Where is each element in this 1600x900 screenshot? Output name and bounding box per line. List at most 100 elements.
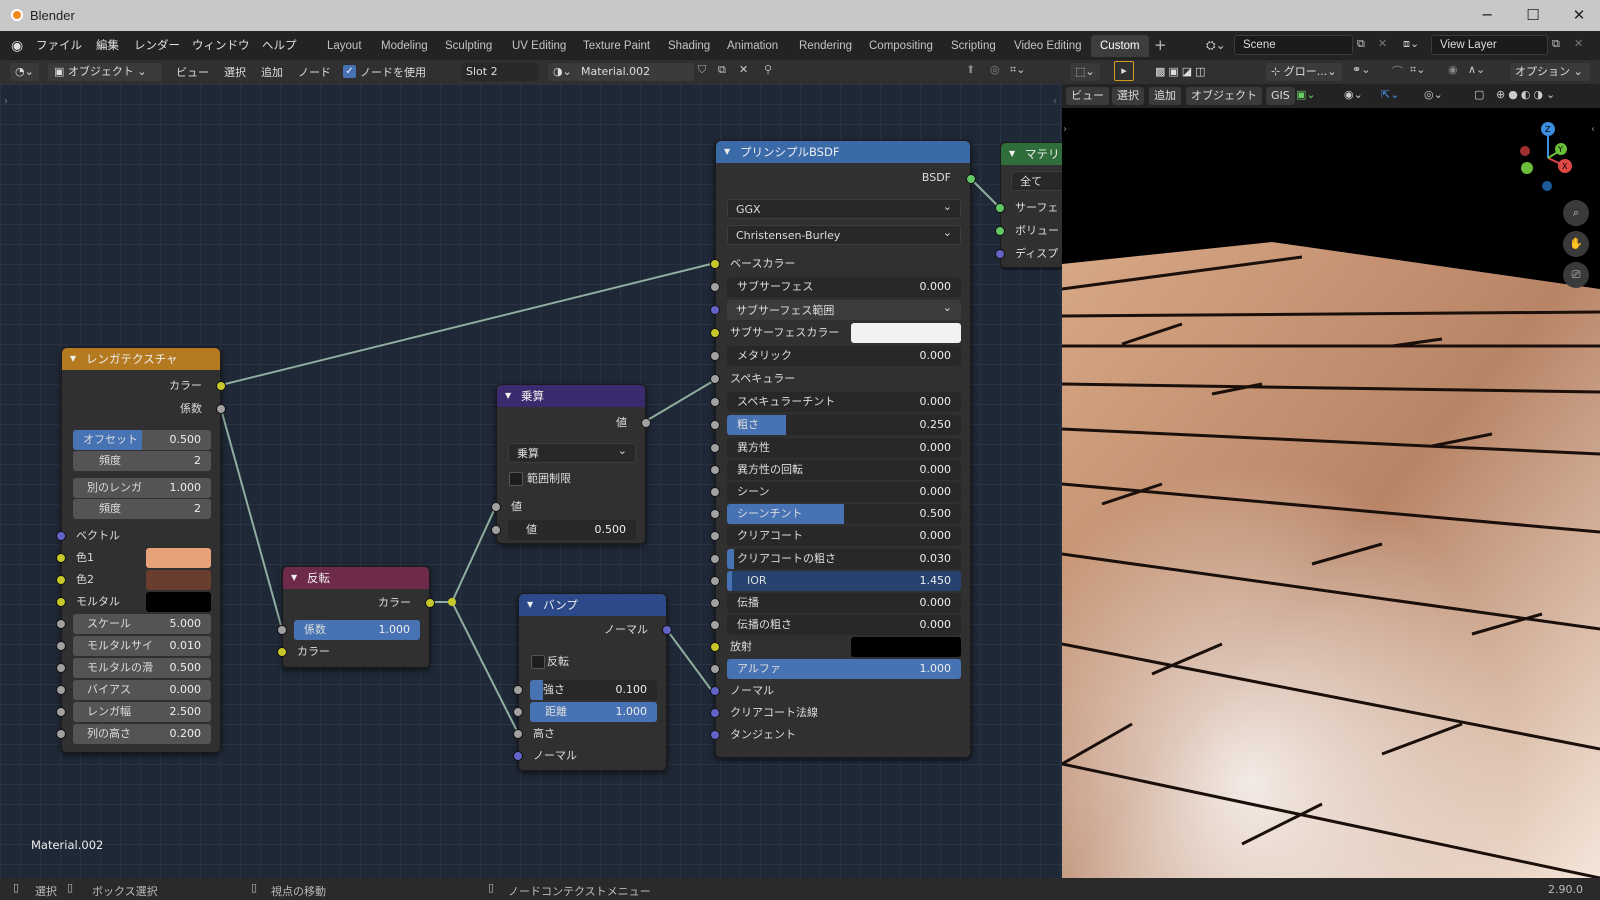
anisotropic-field[interactable]: 異方性 0.000 bbox=[727, 438, 961, 458]
squash-field[interactable]: 別のレンガ 1.000 bbox=[73, 478, 211, 498]
proportional-edit-icon[interactable]: ◉ bbox=[1448, 63, 1458, 76]
mortar-swatch[interactable] bbox=[146, 592, 211, 612]
specular-tint-field[interactable]: スペキュラーチント 0.000 bbox=[727, 392, 961, 412]
transmission-roughness-socket[interactable] bbox=[710, 620, 720, 630]
brick-fac-socket[interactable] bbox=[216, 404, 226, 414]
sheen-tint-socket[interactable] bbox=[710, 509, 720, 519]
specular-socket[interactable] bbox=[710, 374, 720, 384]
tab-layout[interactable]: Layout bbox=[318, 35, 371, 57]
displacement-socket[interactable] bbox=[995, 249, 1005, 259]
unlink-material-icon[interactable]: ✕ bbox=[739, 63, 748, 76]
blender-menu-icon[interactable]: ◉ bbox=[11, 38, 23, 54]
mortar-size-field[interactable]: モルタルサイ 0.010 bbox=[73, 636, 211, 656]
select-tool-icon[interactable]: ▸ bbox=[1114, 61, 1134, 81]
output-node-header[interactable]: マテリ bbox=[1001, 143, 1062, 165]
mortar-smooth-socket[interactable] bbox=[56, 663, 66, 673]
object-mode-dropdown[interactable]: ▣ オブジェクト ⌄ bbox=[48, 63, 162, 81]
anisotropic-socket[interactable] bbox=[710, 443, 720, 453]
delete-scene-icon[interactable]: ✕ bbox=[1378, 37, 1387, 50]
subsurface-color-socket[interactable] bbox=[710, 328, 720, 338]
brick-width-socket[interactable] bbox=[56, 707, 66, 717]
normal-socket[interactable] bbox=[710, 686, 720, 696]
tab-rendering[interactable]: Rendering bbox=[790, 35, 861, 57]
tab-animation[interactable]: Animation bbox=[718, 35, 787, 57]
invert-color-out-socket[interactable] bbox=[425, 598, 435, 608]
volume-socket[interactable] bbox=[995, 226, 1005, 236]
scene-field[interactable]: Scene bbox=[1234, 35, 1353, 55]
subsurface-radius-dropdown[interactable]: サブサーフェス範囲 bbox=[727, 298, 961, 320]
zoom-icon[interactable]: ⌕ bbox=[1563, 200, 1589, 226]
operation-dropdown[interactable]: 乗算 bbox=[508, 441, 636, 463]
duplicate-material-icon[interactable]: ⧉ bbox=[718, 63, 726, 77]
tab-custom[interactable]: Custom bbox=[1091, 35, 1149, 57]
tab-shading[interactable]: Shading bbox=[659, 35, 719, 57]
use-nodes-checkbox[interactable]: ✓ bbox=[343, 65, 356, 78]
delete-view-layer-icon[interactable]: ✕ bbox=[1574, 37, 1583, 50]
transmission-field[interactable]: 伝播 0.000 bbox=[727, 593, 961, 613]
viewport-menu-gis[interactable]: GIS bbox=[1266, 87, 1295, 105]
bsdf-node-header[interactable]: プリンシプルBSDF bbox=[716, 141, 970, 163]
sidebar-expand-icon[interactable]: ‹ bbox=[1053, 96, 1057, 107]
scale-field[interactable]: スケール 5.000 bbox=[73, 614, 211, 634]
transform-orientation-dropdown[interactable]: ⊹ グロー...⌄ bbox=[1266, 63, 1342, 81]
view-layer-icon[interactable]: ⧈⌄ bbox=[1403, 37, 1419, 51]
menu-edit[interactable]: 編集 bbox=[96, 37, 119, 53]
scene-icon[interactable]: ⛭⌄ bbox=[1206, 38, 1226, 53]
surface-socket[interactable] bbox=[995, 203, 1005, 213]
tab-video-editing[interactable]: Video Editing bbox=[1005, 35, 1091, 57]
brick-node-header[interactable]: レンガテクスチャ bbox=[62, 348, 220, 370]
base-color-socket[interactable] bbox=[710, 259, 720, 269]
camera-icon[interactable]: ⎚ bbox=[1563, 262, 1589, 288]
multiply-value-field[interactable]: 値 0.500 bbox=[508, 520, 636, 540]
invert-color-in-socket[interactable] bbox=[277, 647, 287, 657]
tab-texture-paint[interactable]: Texture Paint bbox=[574, 35, 659, 57]
viewport-menu-object[interactable]: オブジェクト bbox=[1186, 87, 1262, 105]
slot-dropdown[interactable]: Slot 2 bbox=[461, 63, 538, 81]
alpha-slider[interactable]: アルファ 1.000 bbox=[727, 659, 961, 679]
ior-socket[interactable] bbox=[710, 576, 720, 586]
toolbar-expand-icon[interactable]: › bbox=[4, 96, 8, 107]
maximize-button[interactable]: ☐ bbox=[1510, 0, 1556, 31]
add-workspace-icon[interactable]: + bbox=[1154, 36, 1167, 54]
tab-compositing[interactable]: Compositing bbox=[860, 35, 942, 57]
multiply-in2-socket[interactable] bbox=[491, 525, 501, 535]
color1-socket[interactable] bbox=[56, 553, 66, 563]
subsurface-radius-socket[interactable] bbox=[710, 305, 720, 315]
invert-fac-socket[interactable] bbox=[277, 625, 287, 635]
color2-swatch[interactable] bbox=[146, 570, 211, 590]
aniso-rotation-socket[interactable] bbox=[710, 465, 720, 475]
mortar-size-socket[interactable] bbox=[56, 641, 66, 651]
new-view-layer-icon[interactable]: ⧉ bbox=[1552, 37, 1560, 51]
pin-icon[interactable]: ⚲ bbox=[764, 63, 772, 76]
tab-uv-editing[interactable]: UV Editing bbox=[503, 35, 575, 57]
brick-width-field[interactable]: レンガ幅 2.500 bbox=[73, 702, 211, 722]
bsdf-out-socket[interactable] bbox=[966, 174, 976, 184]
bump-normal-in-socket[interactable] bbox=[513, 751, 523, 761]
frequency2-field[interactable]: 頻度 2 bbox=[73, 499, 211, 519]
options-dropdown[interactable]: オプション ⌄ bbox=[1510, 63, 1590, 81]
falloff-icon[interactable]: ∧⌄ bbox=[1468, 63, 1485, 76]
editor-type-icon[interactable]: ◔⌄ bbox=[10, 63, 39, 81]
material-output-node[interactable]: マテリ 全て サーフェ ボリュー ディスプ bbox=[1000, 142, 1062, 268]
sheen-field[interactable]: シーン 0.000 bbox=[727, 482, 961, 502]
pan-hand-icon[interactable]: ✋ bbox=[1563, 231, 1589, 257]
brick-color-socket[interactable] bbox=[216, 381, 226, 391]
material-name-field[interactable]: Material.002 bbox=[576, 63, 694, 81]
roughness-slider[interactable]: 粗さ 0.250 bbox=[727, 415, 961, 435]
subsurface-color-swatch[interactable] bbox=[851, 323, 961, 343]
clearcoat-roughness-socket[interactable] bbox=[710, 554, 720, 564]
menu-file[interactable]: ファイル bbox=[36, 37, 82, 53]
multiply-node[interactable]: 乗算 値 乗算 範囲制限 値 値 0.500 bbox=[491, 384, 651, 544]
sheen-socket[interactable] bbox=[710, 487, 720, 497]
clearcoat-socket[interactable] bbox=[710, 531, 720, 541]
multiply-node-header[interactable]: 乗算 bbox=[497, 385, 645, 407]
transmission-roughness-field[interactable]: 伝播の粗さ 0.000 bbox=[727, 615, 961, 635]
tab-scripting[interactable]: Scripting bbox=[942, 35, 1005, 57]
tab-modeling[interactable]: Modeling bbox=[372, 35, 437, 57]
tab-sculpting[interactable]: Sculpting bbox=[436, 35, 501, 57]
color2-socket[interactable] bbox=[56, 575, 66, 585]
shading-mode-icons[interactable]: ⊕●◐◑⌄ bbox=[1496, 88, 1558, 101]
tangent-socket[interactable] bbox=[710, 730, 720, 740]
bump-invert-checkbox[interactable] bbox=[531, 655, 545, 669]
new-scene-icon[interactable]: ⧉ bbox=[1357, 37, 1365, 51]
